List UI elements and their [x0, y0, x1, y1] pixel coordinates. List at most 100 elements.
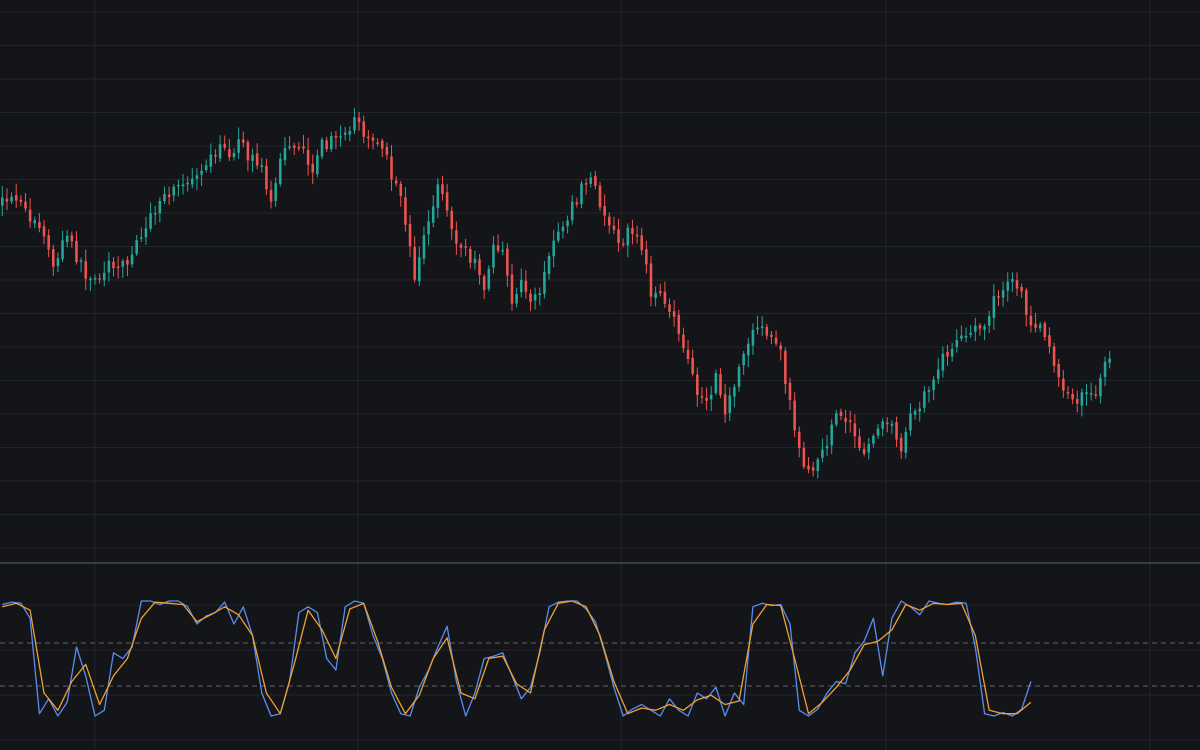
candle-body — [1015, 280, 1019, 289]
candle-body — [209, 154, 213, 167]
chart-stage — [0, 0, 1200, 750]
candle-body — [519, 279, 523, 293]
candle-body — [598, 185, 602, 208]
candle-body — [955, 340, 959, 348]
candle-body — [487, 268, 491, 289]
candle-body — [765, 326, 769, 336]
candle-body — [274, 183, 277, 201]
candle-body — [14, 195, 18, 201]
candle-body — [899, 437, 903, 452]
candle-body — [751, 329, 755, 346]
candle — [714, 369, 718, 396]
candle-body — [510, 274, 514, 304]
candle-body — [533, 294, 537, 301]
candle-body — [1089, 393, 1093, 395]
candle-body — [1080, 392, 1084, 406]
candle-body — [107, 260, 111, 273]
candle-body — [848, 420, 852, 422]
candle-body — [580, 183, 583, 205]
candle-body — [904, 431, 908, 453]
candle-body — [802, 447, 806, 467]
candle-body — [316, 155, 319, 175]
candle-body — [983, 326, 986, 330]
candle-body — [1, 197, 4, 206]
candle-body — [992, 295, 996, 318]
candle-body — [1034, 323, 1037, 328]
candle-body — [399, 183, 403, 196]
candle-body — [445, 192, 449, 211]
candle-body — [691, 357, 694, 374]
candle-body — [38, 221, 41, 228]
candle-body — [348, 131, 352, 135]
candle-body — [603, 206, 606, 216]
candle-body — [890, 423, 894, 426]
candle-body — [195, 175, 199, 179]
candle-body — [200, 170, 203, 175]
candle-body — [835, 413, 838, 425]
candle-body — [33, 220, 37, 224]
candle-body — [297, 147, 301, 149]
candle-body — [1001, 290, 1005, 298]
candle — [487, 265, 491, 292]
candle-body — [1071, 393, 1074, 400]
candle-body — [1048, 335, 1051, 347]
candle-body — [413, 247, 416, 280]
candle-body — [149, 213, 152, 229]
candle-body — [584, 183, 588, 185]
candle-body — [5, 198, 9, 202]
candle-body — [964, 335, 968, 338]
candle-body — [390, 156, 393, 180]
candle-body — [895, 421, 898, 440]
candle-body — [292, 145, 296, 148]
candle-body — [153, 213, 157, 215]
panel-separator-layer — [0, 562, 1200, 564]
candle-body — [663, 291, 667, 304]
candle-body — [853, 423, 857, 437]
candle-body — [821, 449, 824, 458]
chart-canvas[interactable] — [0, 0, 1200, 750]
candle-body — [719, 373, 722, 396]
candle-body — [608, 216, 611, 226]
candle-body — [367, 136, 370, 139]
candle-body — [941, 353, 945, 371]
candle-body — [269, 189, 273, 202]
candle-body — [334, 135, 338, 138]
candle-body — [760, 326, 764, 328]
candle-body — [1029, 315, 1033, 326]
candle-body — [631, 227, 634, 235]
candle-body — [1099, 377, 1102, 397]
candle-body — [552, 240, 555, 257]
candle-body — [98, 278, 101, 280]
candle-body — [936, 369, 940, 379]
candle-body — [283, 147, 287, 161]
candle-body — [102, 272, 106, 281]
candle-body — [450, 210, 454, 229]
candle-body — [811, 467, 815, 471]
candle-body — [506, 248, 509, 276]
candle-body — [886, 422, 889, 425]
candle-body — [339, 136, 342, 138]
candle-body — [705, 397, 708, 401]
candle-body — [408, 223, 412, 247]
candle-body — [459, 244, 463, 248]
candle-body — [251, 154, 254, 161]
candle-body — [923, 391, 926, 408]
candle-body — [997, 296, 1000, 298]
candle-body — [330, 135, 333, 150]
candle — [598, 182, 602, 211]
candle-body — [909, 413, 912, 431]
candle-body — [649, 263, 653, 297]
candle-body — [1020, 286, 1023, 292]
candle-body — [469, 248, 472, 263]
candle-body — [950, 348, 954, 357]
candle-body — [733, 386, 736, 397]
candle-body — [1011, 279, 1014, 282]
candle-body — [1108, 358, 1111, 363]
candle-body — [1052, 346, 1056, 366]
candle-body — [709, 394, 713, 400]
candle-body — [246, 142, 250, 161]
candle-body — [978, 325, 982, 329]
candle-body — [974, 325, 977, 332]
panel-separator — [0, 562, 1200, 564]
candle-body — [79, 260, 83, 262]
